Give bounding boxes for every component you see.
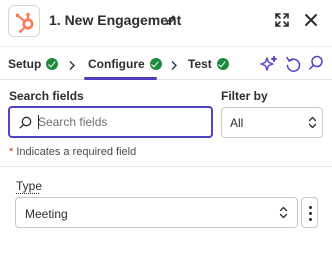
check-circle-icon (149, 57, 162, 70)
kebab-dot-icon (308, 218, 312, 221)
check-circle-icon (46, 57, 59, 70)
tab-label: Test (188, 56, 212, 71)
tab-label: Configure (88, 56, 145, 71)
expand-icon[interactable] (274, 12, 290, 33)
filter-by-select[interactable]: All (221, 107, 323, 138)
undo-icon[interactable] (285, 55, 301, 78)
type-select[interactable]: Meeting (15, 197, 298, 228)
tab-test[interactable]: Test (188, 47, 229, 80)
text-cursor (38, 115, 39, 129)
filter-by-label: Filter by (221, 89, 268, 103)
chevron-right-icon (170, 58, 178, 76)
step-tabs: Setup Configure Test (0, 46, 332, 80)
active-tab-indicator (84, 77, 157, 80)
search-fields-box[interactable] (8, 106, 213, 138)
type-field-label: Type (16, 179, 43, 193)
tab-label: Setup (8, 56, 42, 71)
required-field-note: * Indicates a required field (9, 146, 136, 158)
kebab-dot-icon (308, 212, 312, 215)
chevron-right-icon (68, 58, 76, 76)
filter-value: All (230, 116, 244, 130)
check-circle-icon (216, 57, 229, 70)
search-icon (19, 116, 32, 134)
close-icon[interactable] (304, 13, 318, 32)
tab-setup[interactable]: Setup (8, 47, 59, 80)
hubspot-logo-icon (8, 5, 40, 37)
required-note-text: Indicates a required field (16, 146, 137, 158)
type-value: Meeting (25, 207, 68, 221)
label-dotted-underline (16, 193, 39, 194)
sparkle-icon[interactable] (260, 55, 278, 78)
step-header: 1. New Engagement (0, 0, 332, 46)
section-divider (0, 166, 332, 167)
step-title[interactable]: 1. New Engagement (49, 12, 181, 28)
search-fields-label: Search fields (9, 89, 84, 103)
required-star: * (9, 146, 14, 158)
chevron-up-down-icon (279, 206, 288, 224)
kebab-dot-icon (308, 206, 312, 209)
search-icon[interactable] (308, 55, 324, 76)
field-options-button[interactable] (301, 197, 318, 228)
tab-configure[interactable]: Configure (88, 47, 162, 80)
search-input[interactable] (38, 114, 206, 130)
pencil-icon[interactable] (165, 13, 177, 31)
chevron-up-down-icon (308, 116, 317, 134)
